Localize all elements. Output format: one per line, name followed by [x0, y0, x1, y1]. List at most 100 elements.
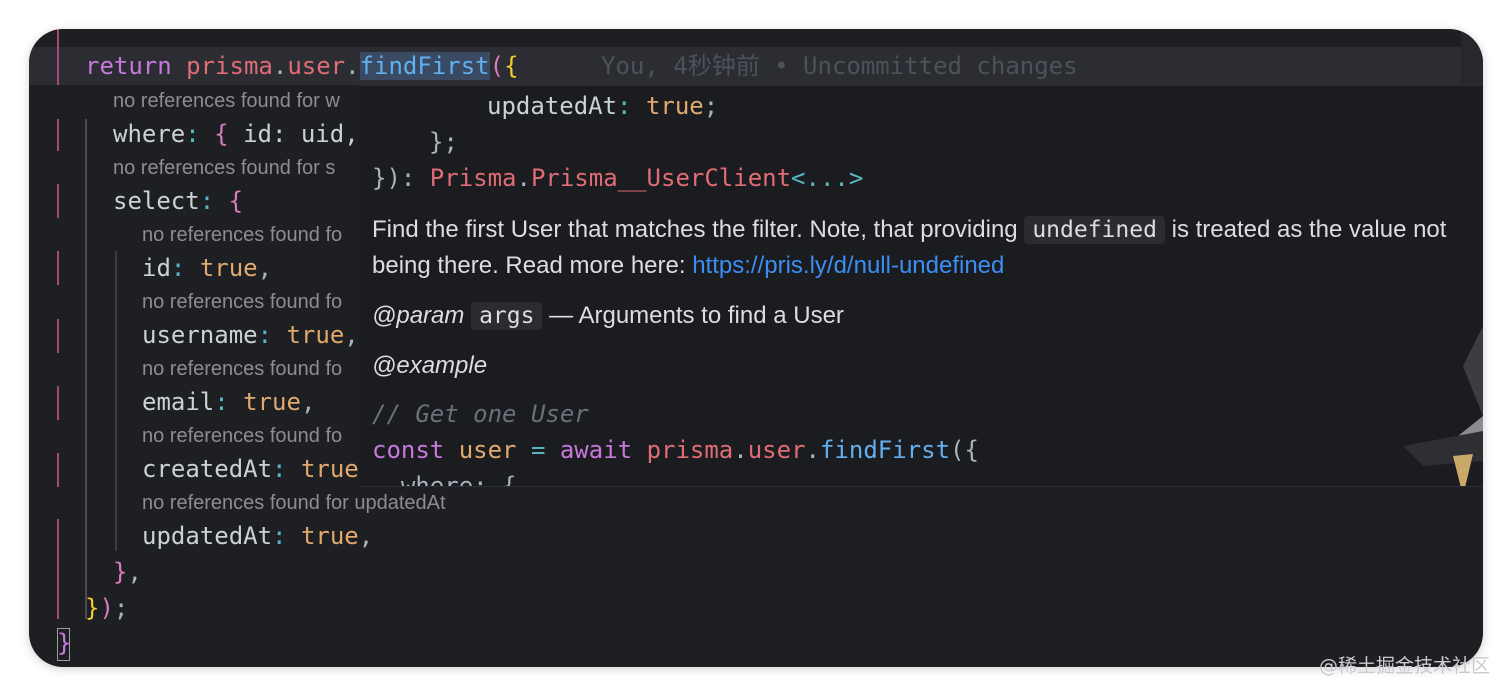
token-semicolon: ;	[703, 92, 719, 120]
token-comma: ,	[358, 522, 374, 550]
indent-guide	[57, 251, 59, 285]
code-line-createdat[interactable]: createdAt: true	[142, 452, 359, 486]
token-key: updatedAt	[142, 522, 273, 550]
indent-guide	[57, 453, 59, 487]
token-comma: ,	[344, 321, 359, 349]
codelens-hint-id[interactable]: no references found fo	[142, 221, 342, 249]
token-findfirst[interactable]: findFirst	[359, 52, 490, 80]
hover-tooltip[interactable]: updatedAt: true; }; }): Prisma.Prisma__U…	[359, 85, 1483, 487]
background-decoration-image	[1403, 326, 1483, 486]
token-brace: }	[113, 558, 128, 586]
token-await: await	[559, 436, 633, 464]
code-line-where[interactable]: where: { id: uid,	[113, 117, 359, 151]
code-line-return[interactable]: return prisma.user.findFirst({	[85, 49, 519, 83]
token-brace: }	[85, 594, 100, 622]
token-type: Prisma__UserClient	[530, 164, 792, 192]
codelens-hint-select[interactable]: no references found for s	[113, 154, 335, 182]
indent-guide	[115, 251, 117, 551]
token-generic: <...>	[791, 164, 864, 192]
indent-guide	[57, 29, 59, 85]
doc-description-line-2: being there. Read more here: https://pri…	[372, 248, 1004, 284]
git-blame-annotation: You, 4秒钟前 • Uncommitted changes	[601, 52, 1078, 80]
token-key: username	[142, 321, 258, 349]
code-line-email[interactable]: email: true,	[142, 385, 315, 419]
token-colon: :	[199, 187, 229, 215]
indent-guide	[57, 519, 59, 619]
token-brace: {	[214, 120, 244, 148]
doc-text: being there. Read more here:	[372, 252, 693, 279]
token-user: user	[747, 436, 806, 464]
keyword-return: return	[85, 52, 172, 80]
signature-return-type: }): Prisma.Prisma__UserClient<...>	[372, 160, 863, 196]
doc-param: @param args — Arguments to find a User	[372, 298, 844, 334]
param-description: — Arguments to find a User	[542, 302, 844, 329]
token-equals: =	[516, 436, 560, 464]
indent-guide	[57, 119, 59, 151]
example-code-partial-line: where: {	[372, 472, 517, 487]
code-line-close-select[interactable]: },	[113, 555, 142, 589]
token-dot: .	[805, 436, 820, 464]
token-comma: ,	[127, 558, 142, 586]
codelens-hint-where[interactable]: no references found for w	[113, 87, 340, 115]
codelens-hint-email[interactable]: no references found fo	[142, 355, 342, 383]
code-line-updatedat[interactable]: updatedAt: true,	[142, 519, 373, 553]
code-line-id[interactable]: id: true,	[142, 251, 272, 285]
signature-line-updatedat: updatedAt: true;	[487, 88, 718, 124]
token-prefix: }):	[372, 164, 430, 192]
token-prisma: prisma	[646, 436, 734, 464]
token-brace: {	[504, 52, 519, 80]
token-colon: :	[272, 455, 301, 483]
token-bool: true	[645, 92, 704, 120]
example-code-line: const user = await prisma.user.findFirst…	[372, 432, 979, 468]
token-var: user	[458, 436, 517, 464]
token-bool: true	[243, 388, 301, 416]
token-key: updatedAt	[487, 92, 618, 120]
token-comma: ,	[300, 388, 316, 416]
token-const: const	[372, 436, 445, 464]
token-key: select	[113, 187, 200, 215]
codelens-hint-updatedat[interactable]: no references found for updatedAt	[142, 489, 446, 517]
token-colon: :	[214, 388, 244, 416]
token-key: where	[113, 120, 186, 148]
editor-scrollbar[interactable]	[1461, 29, 1483, 85]
token-colon: :	[257, 321, 287, 349]
code-line-username[interactable]: username: true,	[142, 318, 359, 352]
code-line-close-call[interactable]: });	[85, 591, 128, 625]
token-colon: :	[272, 522, 301, 550]
token-bool: true	[286, 321, 345, 349]
signature-line-close: };	[429, 128, 458, 156]
token-semicolon: ;	[113, 594, 129, 622]
token-key: createdAt	[142, 455, 273, 483]
token-dot: .	[272, 52, 288, 80]
token-bool: true	[300, 522, 359, 550]
token-brace: {	[228, 187, 244, 215]
token-dot: .	[516, 164, 531, 192]
codelens-hint-createdat[interactable]: no references found fo	[142, 422, 342, 450]
inline-code-undefined: undefined	[1024, 216, 1165, 244]
token-user: user	[287, 52, 346, 80]
token-colon: :	[170, 254, 200, 282]
token-colon: :	[185, 120, 215, 148]
token-bool: true	[300, 455, 359, 483]
doc-link[interactable]: https://pris.ly/d/null-undefined	[692, 252, 1004, 279]
bracket-match-cursor	[57, 628, 70, 661]
code-line-select[interactable]: select: {	[113, 184, 243, 218]
token-comma: ,	[257, 254, 273, 282]
token-namespace: Prisma	[429, 164, 517, 192]
example-comment: // Get one User	[372, 400, 589, 428]
token-paren: )	[99, 594, 114, 622]
token-key: email	[142, 388, 215, 416]
token-key: id	[142, 254, 171, 282]
indent-guide	[57, 319, 59, 353]
indent-guide	[85, 119, 87, 619]
indent-guide	[57, 386, 59, 420]
indent-guide	[57, 184, 59, 218]
token-paren: (	[489, 52, 505, 80]
code-editor-window: return prisma.user.findFirst({ You, 4秒钟前…	[29, 29, 1483, 667]
param-tag: @param	[372, 302, 465, 329]
codelens-hint-username[interactable]: no references found fo	[142, 288, 342, 316]
token-prisma: prisma	[186, 52, 273, 80]
token-rest: ({	[950, 436, 979, 464]
token-dot: .	[733, 436, 748, 464]
doc-description-line-1: Find the first User that matches the fil…	[372, 212, 1446, 248]
